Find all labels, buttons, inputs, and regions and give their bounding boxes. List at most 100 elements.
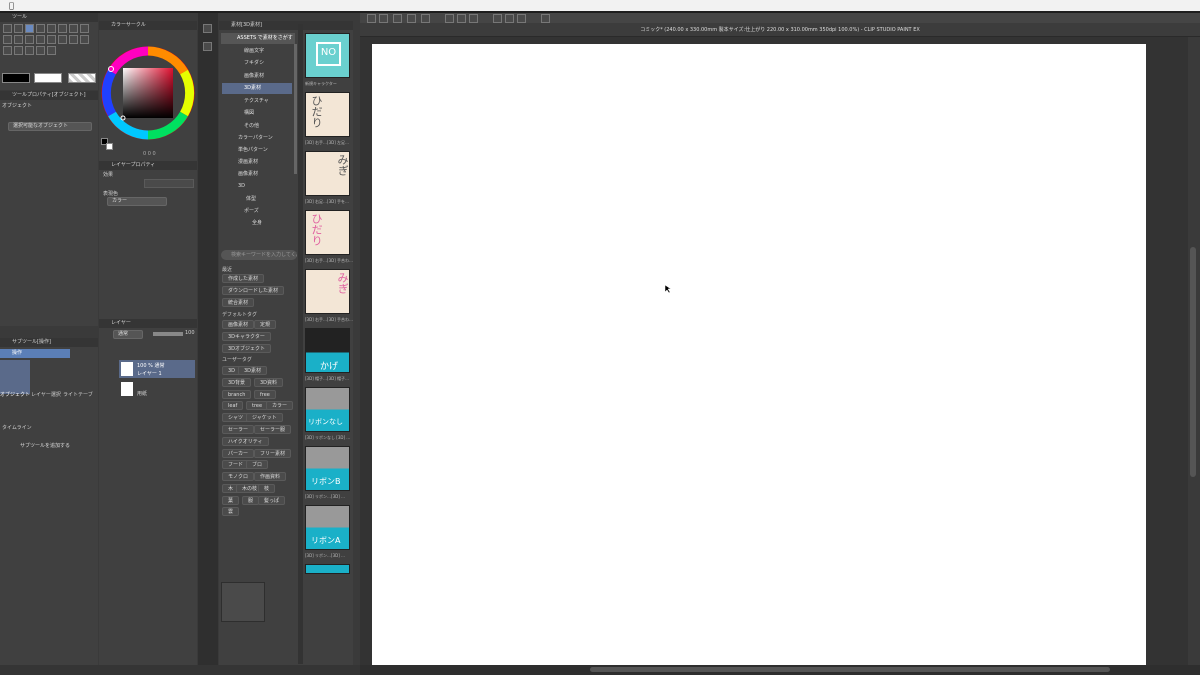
- tag-user[interactable]: branch: [222, 390, 252, 399]
- thumbnail-partial[interactable]: [305, 564, 350, 574]
- tag-user[interactable]: free: [254, 390, 276, 399]
- tag-user[interactable]: モノクロ: [222, 472, 255, 481]
- tag-user[interactable]: セーラー服: [254, 425, 292, 434]
- frame-icon[interactable]: [14, 46, 23, 55]
- tag-default[interactable]: 3Dキャラクター: [222, 332, 271, 341]
- tree-item[interactable]: 画像素材: [222, 71, 292, 82]
- tag-history[interactable]: ダウンロードした素材: [222, 286, 285, 295]
- tag-user[interactable]: 3D背景: [222, 378, 252, 387]
- airbrush-icon[interactable]: [25, 35, 34, 44]
- zoom-icon[interactable]: [367, 14, 376, 23]
- tag-history[interactable]: 統合素材: [222, 298, 255, 307]
- tag-user[interactable]: 3D資料: [254, 378, 284, 387]
- tree-item[interactable]: テクスチャ: [222, 96, 292, 107]
- hand-icon[interactable]: [14, 24, 23, 33]
- tree-item[interactable]: カラーパターン: [222, 133, 292, 144]
- thumbnail[interactable]: ひだり: [305, 92, 350, 137]
- thumbnail[interactable]: かげ: [305, 328, 350, 373]
- tree-item[interactable]: 3D: [222, 181, 292, 192]
- pen-setting-icon[interactable]: [445, 14, 454, 23]
- balloon-icon[interactable]: [47, 46, 56, 55]
- opacity-value[interactable]: 100: [185, 330, 195, 336]
- tag-history[interactable]: 作成した素材: [222, 274, 265, 283]
- thumbnail[interactable]: リボンなし: [305, 387, 350, 432]
- thumbnail[interactable]: みぎ: [305, 269, 350, 314]
- tag-user[interactable]: フリー素材: [254, 449, 292, 458]
- tree-item[interactable]: フキダシ: [222, 58, 292, 69]
- assets-search-button[interactable]: ASSETS で素材をさがす: [221, 33, 295, 44]
- text-icon[interactable]: [36, 46, 45, 55]
- animation-icon[interactable]: [541, 14, 550, 23]
- zoom-icon[interactable]: [3, 24, 12, 33]
- tag-user[interactable]: 葉: [222, 496, 240, 505]
- expression-color-dropdown[interactable]: カラー: [107, 197, 167, 206]
- tree-item[interactable]: 単色パターン: [222, 145, 292, 156]
- tag-user[interactable]: 雲: [222, 507, 240, 516]
- tag-user[interactable]: 髪っぱ: [258, 496, 286, 505]
- apple-icon[interactable]: : [9, 0, 14, 11]
- transform-icon[interactable]: [407, 14, 416, 23]
- brush-icon[interactable]: [14, 35, 23, 44]
- canvas-paper[interactable]: [372, 44, 1146, 666]
- tag-user[interactable]: tree: [246, 401, 269, 410]
- tree-item[interactable]: 漫画素材: [222, 157, 292, 168]
- subtool-lighttable-label[interactable]: ライトテーブ: [63, 391, 93, 398]
- tree-item[interactable]: その他: [222, 121, 292, 132]
- tag-user[interactable]: 服: [242, 496, 260, 505]
- figure-icon[interactable]: [3, 46, 12, 55]
- thumbnail[interactable]: リボンB: [305, 446, 350, 491]
- move-icon[interactable]: [36, 24, 45, 33]
- thumbnail[interactable]: みぎ: [305, 151, 350, 196]
- opacity-slider[interactable]: [153, 332, 183, 336]
- tag-user[interactable]: シャツ: [222, 413, 250, 422]
- redo-icon[interactable]: [393, 14, 402, 23]
- decoration-icon[interactable]: [36, 35, 45, 44]
- tree-item[interactable]: 全身: [222, 218, 292, 229]
- horizontal-scroll-thumb[interactable]: [590, 667, 1110, 672]
- layer-row-paper[interactable]: 用紙: [119, 380, 195, 398]
- ruler-icon[interactable]: [25, 46, 34, 55]
- tag-user[interactable]: 作画資料: [254, 472, 287, 481]
- tag-user[interactable]: 3D素材: [238, 366, 268, 375]
- main-color-swatch[interactable]: [2, 73, 30, 83]
- subtool-layer-select-label[interactable]: レイヤー選択: [31, 391, 61, 398]
- vertical-scrollbar[interactable]: [1188, 37, 1200, 665]
- tree-scrollbar[interactable]: [294, 44, 297, 174]
- flip-icon[interactable]: [517, 14, 526, 23]
- transparent-swatch[interactable]: [68, 73, 96, 83]
- horizontal-scrollbar[interactable]: [360, 665, 1200, 675]
- tree-item-selected[interactable]: 3D素材: [222, 83, 292, 94]
- selectable-object-dropdown[interactable]: 選択可能なオブジェクト: [8, 122, 92, 131]
- tag-user[interactable]: ブロ: [246, 460, 269, 469]
- tag-user[interactable]: 枝: [258, 484, 276, 493]
- tag-user[interactable]: フード: [222, 460, 250, 469]
- eyedropper-icon[interactable]: [69, 24, 78, 33]
- sub-color-swatch[interactable]: [34, 73, 62, 83]
- blend-icon[interactable]: [58, 35, 67, 44]
- tag-user[interactable]: セーラー: [222, 425, 255, 434]
- tag-user[interactable]: ジャケット: [246, 413, 283, 422]
- operation-icon[interactable]: [25, 24, 34, 33]
- vertical-scroll-thumb[interactable]: [1190, 247, 1196, 477]
- select-icon[interactable]: [47, 24, 56, 33]
- tag-user[interactable]: ハイクオリティ: [222, 437, 269, 446]
- tree-item[interactable]: 画像素材: [222, 169, 292, 180]
- tree-item[interactable]: 線画文字: [222, 46, 292, 57]
- fill-icon[interactable]: [69, 35, 78, 44]
- canvas-icon[interactable]: [493, 14, 502, 23]
- tag-default[interactable]: 画像素材: [222, 320, 255, 329]
- undo-icon[interactable]: [379, 14, 388, 23]
- add-subtool-button[interactable]: サブツールを追加する: [20, 442, 70, 449]
- material-search-input[interactable]: 検索キーワードを入力してくだ...: [221, 250, 297, 260]
- color-wheel[interactable]: [99, 39, 199, 149]
- tag-default[interactable]: 定規: [254, 320, 277, 329]
- thumbnail[interactable]: リボンA: [305, 505, 350, 550]
- gradient-icon[interactable]: [80, 35, 89, 44]
- layer-row-1[interactable]: 100 % 通常 レイヤー 1: [119, 360, 195, 378]
- tag-user[interactable]: パーカー: [222, 449, 255, 458]
- tag-user[interactable]: leaf: [222, 401, 244, 410]
- pen-icon[interactable]: [80, 24, 89, 33]
- color-icon[interactable]: [505, 14, 514, 23]
- tree-item[interactable]: 構図: [222, 108, 292, 119]
- pencil-icon[interactable]: [3, 35, 12, 44]
